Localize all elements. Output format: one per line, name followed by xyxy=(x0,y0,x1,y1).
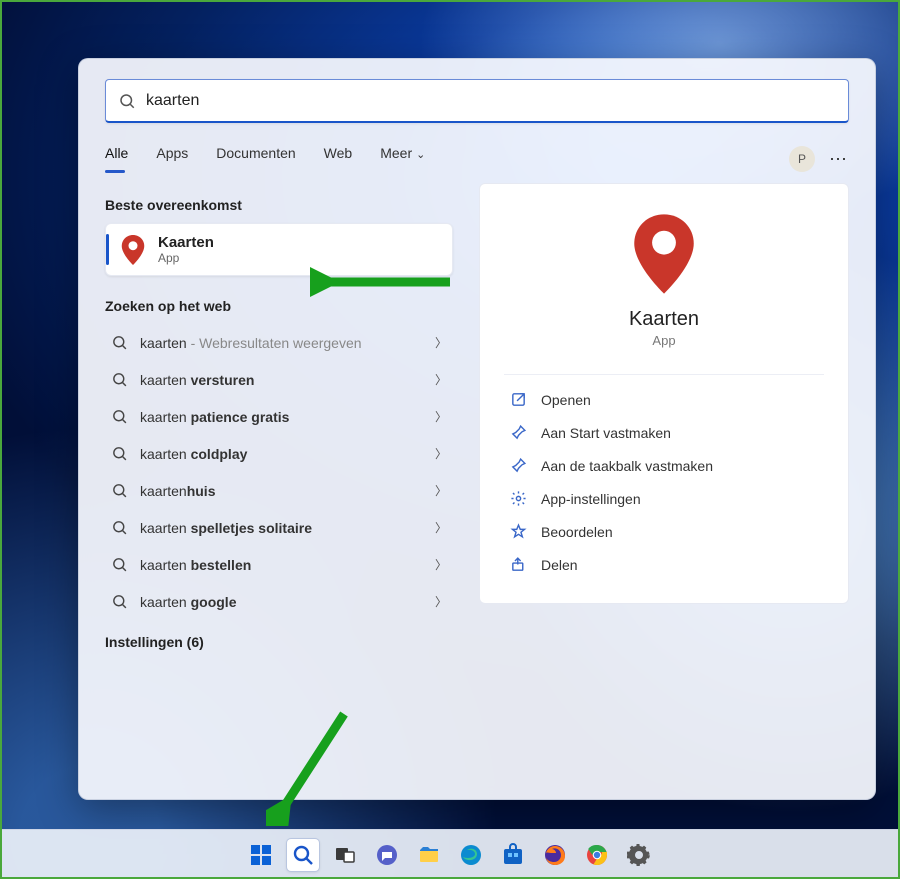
web-result-item[interactable]: kaarten google〉 xyxy=(105,583,453,620)
action-open[interactable]: Openen xyxy=(508,383,820,416)
preview-column: Kaarten App Openen Aan Start vastmaken A… xyxy=(479,183,849,783)
store-icon xyxy=(501,843,525,867)
search-icon xyxy=(111,593,128,610)
chrome-icon xyxy=(585,843,609,867)
web-search-heading: Zoeken op het web xyxy=(105,298,453,314)
taskbar-start-button[interactable] xyxy=(245,839,277,871)
gear-icon xyxy=(510,490,527,507)
action-app-settings[interactable]: App-instellingen xyxy=(508,482,820,515)
preview-title: Kaarten xyxy=(508,308,820,331)
search-icon xyxy=(111,371,128,388)
pin-icon xyxy=(510,457,527,474)
maps-app-icon xyxy=(120,235,146,265)
search-icon xyxy=(111,482,128,499)
pin-icon xyxy=(510,424,527,441)
search-icon xyxy=(118,92,136,110)
best-match-heading: Beste overeenkomst xyxy=(105,197,453,213)
web-result-text: kaarten bestellen xyxy=(140,557,435,573)
taskbar-chrome-button[interactable] xyxy=(581,839,613,871)
action-pin-taskbar[interactable]: Aan de taakbalk vastmaken xyxy=(508,449,820,482)
web-result-text: kaarten versturen xyxy=(140,372,435,388)
edge-icon xyxy=(459,843,483,867)
taskbar-search-button[interactable] xyxy=(287,839,319,871)
web-results-list: kaarten - Webresultaten weergeven〉kaarte… xyxy=(105,324,453,620)
search-icon xyxy=(111,334,128,351)
gear-icon xyxy=(627,843,651,867)
search-icon xyxy=(111,519,128,536)
web-result-text: kaarten - Webresultaten weergeven xyxy=(140,335,435,351)
taskbar-edge-button[interactable] xyxy=(455,839,487,871)
search-box[interactable] xyxy=(105,79,849,123)
chevron-right-icon: 〉 xyxy=(435,334,447,351)
web-result-text: kaarten spelletjes solitaire xyxy=(140,520,435,536)
chevron-down-icon: ⌄ xyxy=(416,149,425,161)
open-icon xyxy=(510,391,527,408)
tab-more[interactable]: Meer⌄ xyxy=(380,145,425,173)
search-icon xyxy=(291,843,315,867)
chevron-right-icon: 〉 xyxy=(435,445,447,462)
search-panel: Alle Apps Documenten Web Meer⌄ P ⋯ Beste… xyxy=(78,58,876,800)
tab-documents[interactable]: Documenten xyxy=(216,145,295,173)
web-result-item[interactable]: kaarten spelletjes solitaire〉 xyxy=(105,509,453,546)
folder-icon xyxy=(417,843,441,867)
web-result-item[interactable]: kaarten versturen〉 xyxy=(105,361,453,398)
more-options-button[interactable]: ⋯ xyxy=(829,149,849,170)
web-result-item[interactable]: kaarten patience gratis〉 xyxy=(105,398,453,435)
taskbar-taskview-button[interactable] xyxy=(329,839,361,871)
chevron-right-icon: 〉 xyxy=(435,482,447,499)
windows-icon xyxy=(249,843,273,867)
best-match-result[interactable]: Kaarten App xyxy=(105,223,453,276)
taskbar-settings-button[interactable] xyxy=(623,839,655,871)
tab-all[interactable]: Alle xyxy=(105,145,128,173)
chat-icon xyxy=(375,843,399,867)
web-result-item[interactable]: kaarten - Webresultaten weergeven〉 xyxy=(105,324,453,361)
web-result-item[interactable]: kaarten bestellen〉 xyxy=(105,546,453,583)
web-result-text: kaarten coldplay xyxy=(140,446,435,462)
web-result-text: kaartenhuis xyxy=(140,483,435,499)
tab-web[interactable]: Web xyxy=(324,145,353,173)
preview-subtitle: App xyxy=(508,333,820,348)
results-column: Beste overeenkomst Kaarten App Zoeken op… xyxy=(105,183,453,783)
settings-heading: Instellingen (6) xyxy=(105,634,453,650)
chevron-right-icon: 〉 xyxy=(435,556,447,573)
chevron-right-icon: 〉 xyxy=(435,371,447,388)
web-result-item[interactable]: kaartenhuis〉 xyxy=(105,472,453,509)
search-icon xyxy=(111,445,128,462)
taskbar-chat-button[interactable] xyxy=(371,839,403,871)
best-match-subtitle: App xyxy=(158,251,214,265)
chevron-right-icon: 〉 xyxy=(435,519,447,536)
search-icon xyxy=(111,556,128,573)
chevron-right-icon: 〉 xyxy=(435,408,447,425)
taskview-icon xyxy=(333,843,357,867)
web-result-text: kaarten google xyxy=(140,594,435,610)
tab-apps[interactable]: Apps xyxy=(156,145,188,173)
action-share[interactable]: Delen xyxy=(508,548,820,581)
firefox-icon xyxy=(543,843,567,867)
filter-tabs: Alle Apps Documenten Web Meer⌄ P ⋯ xyxy=(105,145,849,173)
search-icon xyxy=(111,408,128,425)
maps-app-icon-large xyxy=(630,214,698,294)
action-pin-start[interactable]: Aan Start vastmaken xyxy=(508,416,820,449)
search-input[interactable] xyxy=(136,92,836,110)
web-result-text: kaarten patience gratis xyxy=(140,409,435,425)
taskbar-explorer-button[interactable] xyxy=(413,839,445,871)
star-icon xyxy=(510,523,527,540)
chevron-right-icon: 〉 xyxy=(435,593,447,610)
taskbar-firefox-button[interactable] xyxy=(539,839,571,871)
taskbar xyxy=(0,829,900,879)
action-rate[interactable]: Beoordelen xyxy=(508,515,820,548)
web-result-item[interactable]: kaarten coldplay〉 xyxy=(105,435,453,472)
taskbar-store-button[interactable] xyxy=(497,839,529,871)
best-match-title: Kaarten xyxy=(158,234,214,251)
user-avatar[interactable]: P xyxy=(789,146,815,172)
share-icon xyxy=(510,556,527,573)
